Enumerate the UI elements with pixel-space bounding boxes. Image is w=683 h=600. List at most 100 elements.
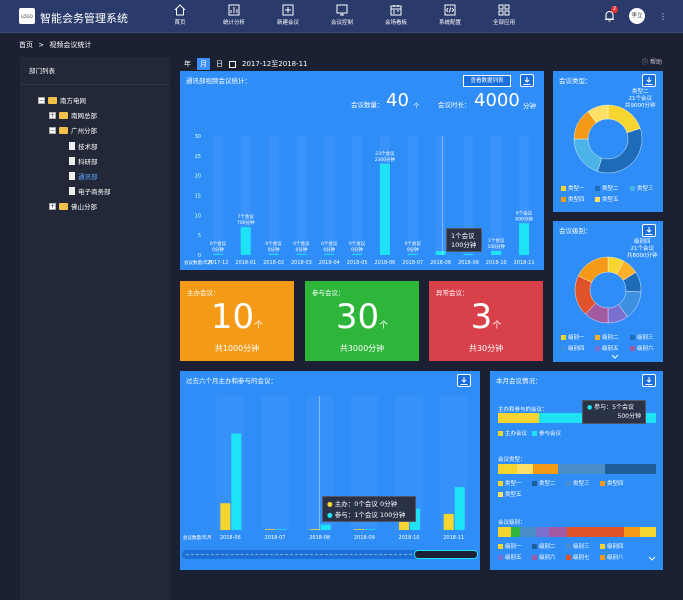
tree-node-foshan[interactable]: + 佛山分部 — [49, 201, 97, 211]
hosted-stat-card: 主办会议： 10个 共1000分钟 — [180, 281, 294, 361]
date-range[interactable]: 2017-12至2018-11 — [242, 59, 308, 69]
legend-swatch — [566, 554, 571, 560]
download-button[interactable] — [457, 374, 471, 387]
legend-item[interactable]: 类型三 — [566, 479, 590, 487]
legend-item[interactable]: 级别五 — [498, 553, 522, 561]
monthly-meeting-bar-chart: 0510152025300个会议0分钟2017-127个会议700分钟2018-… — [184, 134, 535, 266]
legend-item[interactable]: 级别二 — [532, 542, 556, 550]
level-bar[interactable] — [498, 527, 656, 537]
download-button[interactable] — [642, 224, 656, 237]
breadcrumb: 首页 > 视频会议统计 — [19, 40, 91, 50]
stat-subtitle: 共30分钟 — [468, 344, 504, 353]
download-button[interactable] — [642, 74, 656, 87]
bar-data-label: 0分钟 — [212, 246, 224, 253]
tree-node-ecommerce[interactable]: 电子商务部 — [69, 186, 111, 196]
x-tick-label: 2018-06 — [220, 535, 241, 541]
tree-node-hq[interactable]: + 南网总部 — [49, 110, 97, 120]
chevron-down-icon[interactable] — [648, 556, 656, 562]
bar-data-label: 700分钟 — [237, 219, 255, 226]
legend-item[interactable]: 类型五 — [595, 195, 619, 203]
count-label: 会议数量： — [351, 101, 384, 109]
notification-badge: 2 — [611, 6, 618, 13]
filter-year[interactable]: 年 — [184, 59, 191, 69]
legend-item[interactable]: 类型五 — [498, 490, 522, 498]
legend-item[interactable]: 级别六 — [532, 553, 556, 561]
legend-item[interactable]: 类型四 — [600, 479, 624, 487]
legend-item[interactable]: 级别六 — [630, 344, 654, 352]
legend-swatch — [595, 345, 600, 351]
legend-item[interactable]: 级别二 — [595, 333, 619, 341]
calendar-icon[interactable] — [229, 60, 236, 68]
collapse-icon[interactable]: − — [49, 126, 56, 134]
folder-icon — [48, 96, 57, 104]
legend-item[interactable]: 类型二 — [532, 479, 556, 487]
grid-icon — [498, 4, 510, 16]
legend-item[interactable]: 级别五 — [595, 344, 619, 352]
panel-title: 通讯部视频会议统计： — [186, 77, 251, 85]
expand-icon[interactable]: + — [49, 111, 56, 119]
nav-meeting-control[interactable]: 会议控制 — [322, 4, 362, 26]
legend-item[interactable]: 级别四 — [600, 542, 624, 550]
bar-data-label: 0分钟 — [295, 246, 307, 253]
bar-data-label: 0个会议 — [349, 240, 366, 247]
legend-swatch — [630, 334, 635, 340]
legend-item[interactable]: 类型一 — [498, 479, 522, 487]
bar-tooltip: ● 参与：5个会议 500分钟 — [582, 400, 646, 424]
filter-day[interactable]: 日 — [216, 59, 223, 69]
legend-item[interactable]: 类型三 — [630, 184, 654, 192]
legend-item[interactable]: 级别四 — [561, 344, 585, 352]
legend-item[interactable]: 级别三 — [630, 333, 654, 341]
filter-month[interactable]: 月 — [197, 58, 210, 70]
nav-new-meeting[interactable]: 新建会议 — [268, 4, 308, 26]
time-slider[interactable] — [182, 550, 478, 559]
tree-node-research[interactable]: 科研部 — [69, 156, 98, 166]
bar-参与 — [276, 529, 286, 530]
slider-handle[interactable] — [414, 550, 478, 559]
bar-segment — [558, 464, 606, 474]
tree-node-guangzhou[interactable]: − 广州分部 — [49, 125, 97, 135]
collapse-icon[interactable]: − — [38, 96, 45, 104]
nav-statistics[interactable]: 统计分析 — [214, 4, 254, 26]
nav-system-config[interactable]: 系统配置 — [430, 4, 470, 26]
type-bar[interactable] — [498, 464, 656, 474]
y-tick-label: 20 — [195, 174, 201, 180]
y-tick-label: 0 — [198, 253, 201, 259]
legend-item[interactable]: 级别三 — [566, 542, 590, 550]
x-tick-label: 2018-07 — [402, 260, 423, 266]
more-menu-icon[interactable]: ⋮ — [659, 12, 667, 21]
tree-node-nanfang[interactable]: − 南方电网 — [38, 95, 86, 105]
bar — [240, 227, 251, 255]
nav-all-apps[interactable]: 全部应用 — [484, 4, 524, 26]
bar — [324, 254, 335, 255]
expand-icon[interactable]: + — [49, 202, 56, 210]
bar-data-label: 0个会议 — [321, 240, 338, 247]
chevron-down-icon[interactable] — [611, 354, 619, 360]
bar-data-label: 0分钟 — [407, 246, 419, 253]
legend-item[interactable]: 级别七 — [566, 553, 590, 561]
download-button[interactable] — [520, 74, 534, 87]
bar-data-label: 0个会议 — [405, 240, 422, 247]
view-data-list-button[interactable]: 查看数据列表 — [463, 75, 511, 87]
legend-item[interactable]: 类型二 — [595, 184, 619, 192]
legend-item[interactable]: 参与会议 — [532, 429, 561, 437]
legend-swatch — [498, 543, 503, 549]
legend-swatch — [498, 480, 503, 486]
breadcrumb-home[interactable]: 首页 — [19, 41, 33, 49]
abnormal-stat-card: 异常会议： 3个 共30分钟 — [429, 281, 543, 361]
nav-home[interactable]: 首页 — [160, 4, 200, 26]
legend-item[interactable]: 主办会议 — [498, 429, 527, 437]
legend-item[interactable]: 级别一 — [498, 542, 522, 550]
help-link[interactable]: ⓘ 帮助 — [642, 57, 662, 66]
legend-item[interactable]: 类型四 — [561, 195, 585, 203]
legend-item[interactable]: 类型一 — [561, 184, 585, 192]
bar-background — [491, 136, 502, 255]
download-button[interactable] — [642, 374, 656, 387]
download-icon — [523, 76, 531, 85]
legend-swatch — [532, 543, 537, 549]
tree-node-comm[interactable]: 通讯部 — [69, 171, 98, 181]
legend-item[interactable]: 级别八 — [600, 553, 624, 561]
nav-venue-board[interactable]: 会场看板 — [376, 4, 416, 26]
avatar[interactable]: 李立 — [629, 8, 645, 24]
legend-item[interactable]: 级别一 — [561, 333, 585, 341]
tree-node-tech[interactable]: 技术部 — [69, 141, 98, 151]
